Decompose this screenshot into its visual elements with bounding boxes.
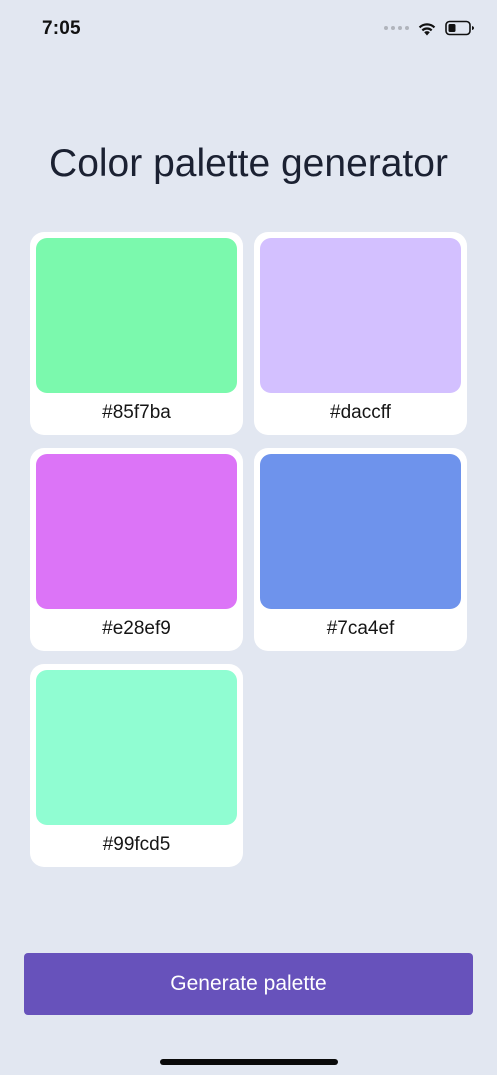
color-swatch[interactable] (36, 238, 237, 393)
wifi-icon (417, 21, 437, 36)
color-card[interactable]: #85f7ba (30, 232, 243, 435)
hex-label: #e28ef9 (102, 618, 171, 639)
color-swatch[interactable] (36, 670, 237, 825)
battery-icon (445, 20, 475, 36)
status-time: 7:05 (42, 18, 81, 39)
palette-grid: #85f7ba #daccff #e28ef9 #7ca4ef #99fcd5 (30, 232, 467, 867)
color-card[interactable]: #99fcd5 (30, 664, 243, 867)
home-indicator (160, 1059, 338, 1065)
hex-label: #99fcd5 (102, 834, 171, 855)
color-swatch[interactable] (260, 454, 461, 609)
status-bar: 7:05 (0, 0, 497, 60)
color-swatch[interactable] (260, 238, 461, 393)
status-icons (384, 20, 475, 36)
hex-label: #85f7ba (102, 402, 171, 423)
color-swatch[interactable] (36, 454, 237, 609)
signal-icon (384, 26, 409, 30)
color-card[interactable]: #daccff (254, 232, 467, 435)
page-title: Color palette generator (49, 142, 448, 185)
hex-label: #7ca4ef (326, 618, 395, 639)
color-card[interactable]: #e28ef9 (30, 448, 243, 651)
color-card[interactable]: #7ca4ef (254, 448, 467, 651)
hex-label: #daccff (330, 402, 391, 423)
generate-palette-button[interactable]: Generate palette (24, 953, 473, 1015)
